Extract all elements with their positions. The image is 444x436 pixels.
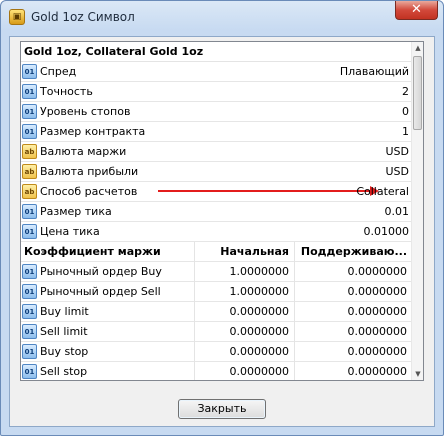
column-divider: [294, 242, 295, 380]
property-label: Валюта маржи: [40, 145, 127, 158]
margin-maintenance-value: 0.0000000: [347, 325, 408, 338]
numeric-icon: 01: [22, 264, 37, 279]
property-value: 1: [402, 125, 409, 138]
numeric-icon: 01: [22, 204, 37, 219]
property-row[interactable]: 01 Точность 2: [21, 82, 412, 102]
close-button[interactable]: Закрыть: [178, 399, 266, 419]
numeric-icon: 01: [22, 304, 37, 319]
property-grid[interactable]: Gold 1oz, Collateral Gold 1oz 01 Спред П…: [20, 41, 424, 381]
margin-initial-value: 0.0000000: [229, 345, 290, 358]
property-value: 2: [402, 85, 409, 98]
margin-column-header: Коэффициент маржи: [24, 245, 161, 258]
numeric-icon: 01: [22, 284, 37, 299]
text-icon: ab: [22, 144, 37, 159]
property-value: 0.01000: [363, 225, 410, 238]
numeric-icon: 01: [22, 124, 37, 139]
margin-maintenance-value: 0.0000000: [347, 305, 408, 318]
property-row[interactable]: 01 Уровень стопов 0: [21, 102, 412, 122]
property-value: USD: [385, 145, 409, 158]
margin-maintenance-value: 0.0000000: [347, 345, 408, 358]
margin-initial-value: 1.0000000: [229, 265, 290, 278]
margin-initial-value: 0.0000000: [229, 365, 290, 378]
property-value: 0: [402, 105, 409, 118]
margin-table-header: Коэффициент маржи Начальная Поддерживаю.…: [21, 242, 412, 262]
property-row[interactable]: 01 Цена тика 0.01000: [21, 222, 412, 242]
numeric-icon: 01: [22, 64, 37, 79]
margin-row[interactable]: 01 Sell stop 0.0000000 0.0000000: [21, 362, 412, 380]
gold-symbol-icon: ▣: [9, 9, 25, 25]
property-row[interactable]: 01 Спред Плавающий: [21, 62, 412, 82]
property-row-settlement[interactable]: ab Способ расчетов Collateral: [21, 182, 412, 202]
annotation-arrow-line: [158, 190, 372, 192]
maintenance-column-header[interactable]: Поддерживаю...: [299, 242, 407, 261]
margin-row-label: Sell limit: [40, 325, 88, 338]
margin-row[interactable]: 01 Рыночный ордер Sell 1.0000000 0.00000…: [21, 282, 412, 302]
numeric-icon: 01: [22, 344, 37, 359]
property-value: 0.01: [384, 205, 410, 218]
initial-column-header[interactable]: Начальная: [197, 242, 289, 261]
margin-row-label: Buy limit: [40, 305, 89, 318]
margin-row-label: Sell stop: [40, 365, 88, 378]
property-row[interactable]: ab Валюта маржи USD: [21, 142, 412, 162]
margin-maintenance-value: 0.0000000: [347, 285, 408, 298]
property-value: Плавающий: [339, 65, 409, 78]
property-label: Способ расчетов: [40, 185, 138, 198]
margin-row[interactable]: 01 Buy stop 0.0000000 0.0000000: [21, 342, 412, 362]
property-label: Уровень стопов: [40, 105, 131, 118]
property-label: Точность: [40, 85, 93, 98]
property-label: Размер тика: [40, 205, 112, 218]
scroll-up-arrow-icon[interactable]: ▲: [412, 42, 423, 54]
scroll-down-arrow-icon[interactable]: ▼: [412, 368, 423, 380]
margin-initial-value: 1.0000000: [229, 285, 290, 298]
symbol-dialog: ▣ Gold 1oz Символ ✕ Gold 1oz, Collateral…: [0, 0, 444, 436]
margin-maintenance-value: 0.0000000: [347, 365, 408, 378]
property-row[interactable]: 01 Размер тика 0.01: [21, 202, 412, 222]
property-row[interactable]: 01 Размер контракта 1: [21, 122, 412, 142]
margin-initial-value: 0.0000000: [229, 325, 290, 338]
title-bar: ▣ Gold 1oz Символ ✕: [1, 1, 443, 35]
numeric-icon: 01: [22, 324, 37, 339]
margin-initial-value: 0.0000000: [229, 305, 290, 318]
scroll-thumb[interactable]: [413, 56, 422, 130]
margin-row-label: Рыночный ордер Sell: [40, 285, 161, 298]
margin-row-label: Рыночный ордер Buy: [40, 265, 162, 278]
property-rows: 01 Спред Плавающий 01 Точность 2 01 Уров…: [21, 62, 412, 380]
text-icon: ab: [22, 184, 37, 199]
margin-row-label: Buy stop: [40, 345, 89, 358]
grid-header: Gold 1oz, Collateral Gold 1oz: [21, 42, 412, 62]
property-label: Размер контракта: [40, 125, 146, 138]
vertical-scrollbar[interactable]: ▲ ▼: [411, 42, 423, 380]
property-value: USD: [385, 165, 409, 178]
window-close-button[interactable]: ✕: [395, 1, 438, 20]
numeric-icon: 01: [22, 104, 37, 119]
margin-row[interactable]: 01 Buy limit 0.0000000 0.0000000: [21, 302, 412, 322]
margin-row[interactable]: 01 Рыночный ордер Buy 1.0000000 0.000000…: [21, 262, 412, 282]
numeric-icon: 01: [22, 224, 37, 239]
numeric-icon: 01: [22, 364, 37, 379]
property-value: Collateral: [356, 185, 409, 198]
column-divider: [194, 242, 195, 380]
property-label: Валюта прибыли: [40, 165, 139, 178]
dialog-content: Gold 1oz, Collateral Gold 1oz 01 Спред П…: [9, 36, 435, 427]
numeric-icon: 01: [22, 84, 37, 99]
property-row[interactable]: ab Валюта прибыли USD: [21, 162, 412, 182]
text-icon: ab: [22, 164, 37, 179]
margin-maintenance-value: 0.0000000: [347, 265, 408, 278]
window-title: Gold 1oz Символ: [31, 10, 135, 24]
property-label: Спред: [40, 65, 77, 78]
margin-row[interactable]: 01 Sell limit 0.0000000 0.0000000: [21, 322, 412, 342]
property-label: Цена тика: [40, 225, 100, 238]
